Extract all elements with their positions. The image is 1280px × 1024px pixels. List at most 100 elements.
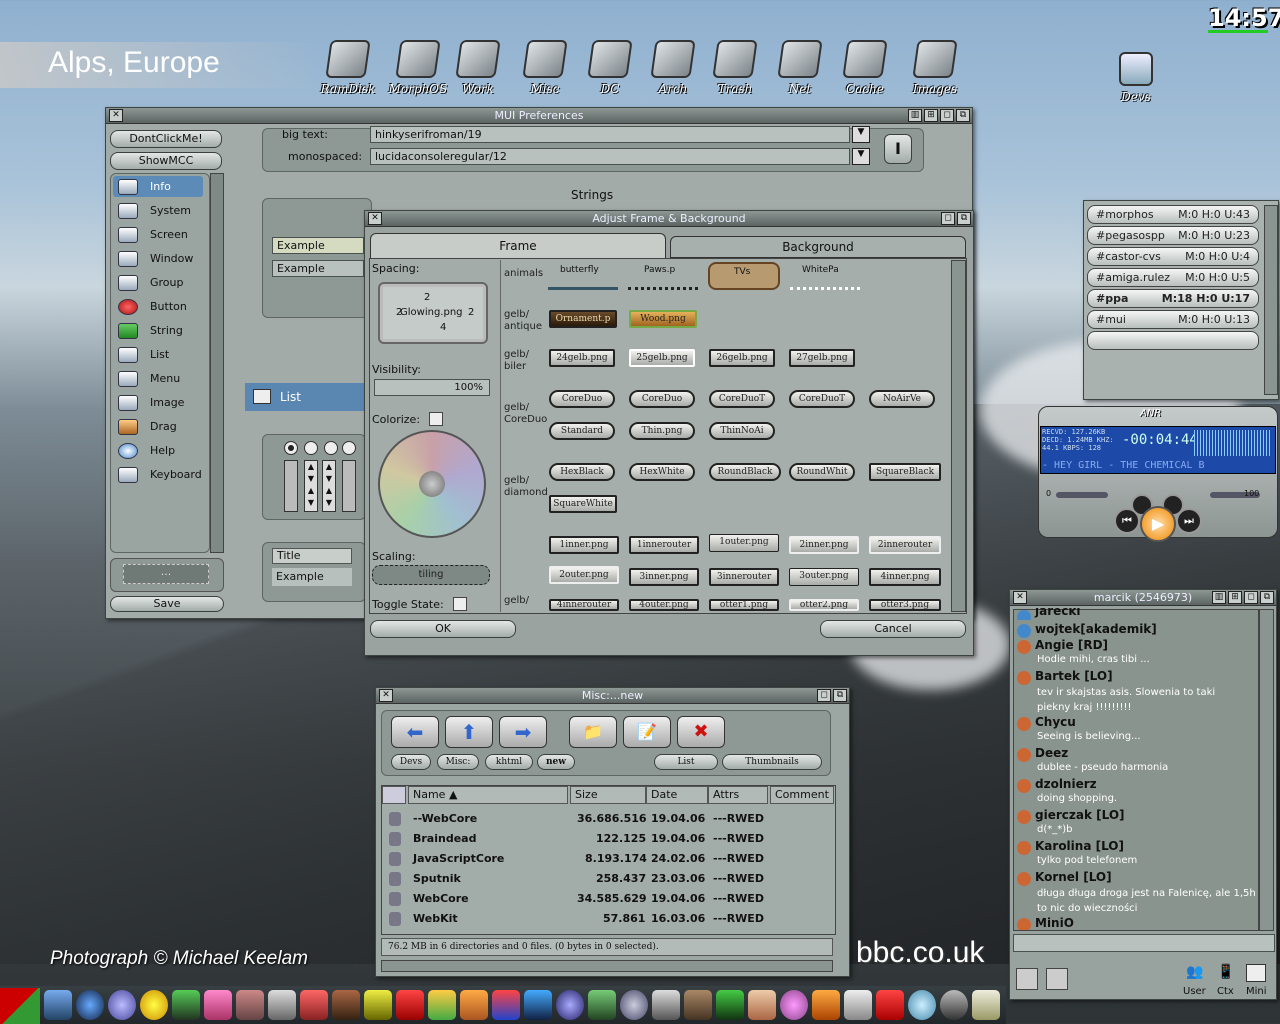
frame-coreduot[interactable]: CoreDuoT [709, 390, 775, 408]
sidebar-item-string[interactable]: String [114, 320, 204, 342]
sidebar-item-list[interactable]: List [114, 344, 204, 366]
back-icon[interactable]: ⬅ [391, 716, 439, 748]
ssh-icon[interactable] [172, 990, 200, 1020]
taskbar-app-icon[interactable] [364, 990, 392, 1020]
disk-icon-ramdisk[interactable]: RamDisk [318, 40, 378, 96]
frame-1inner[interactable]: 1inner.png [549, 536, 619, 554]
path-devs[interactable]: Devs [391, 754, 431, 770]
frame-24gelb[interactable]: 24gelb.png [549, 349, 615, 367]
tab-background[interactable]: Background [670, 236, 966, 258]
table-row[interactable]: JavaScriptCore 8.193.174 24.02.06 ---RWED [385, 849, 835, 869]
font-popup-button[interactable]: ▼ [852, 126, 870, 143]
colorize-checkbox[interactable] [429, 412, 443, 426]
chat-input[interactable] [1013, 934, 1275, 952]
ambient-icon[interactable] [108, 990, 136, 1020]
magnifier-icon[interactable] [620, 990, 648, 1020]
close-icon[interactable]: ✕ [368, 212, 382, 225]
frame-26gelb[interactable]: 26gelb.png [709, 349, 775, 367]
headphones-icon[interactable] [940, 990, 968, 1020]
frame-2innerouter[interactable]: 2innerouter [869, 536, 941, 554]
frame-4innerouter[interactable]: 4innerouter [549, 599, 619, 611]
sidebar-item-keyboard[interactable]: Keyboard [114, 464, 204, 486]
table-row[interactable]: --WebCore 36.686.516 19.04.06 ---RWED [385, 809, 835, 829]
frame-coreduo[interactable]: CoreDuo [549, 390, 615, 408]
table-row[interactable]: WebKit 57.861 16.03.06 ---RWED [385, 909, 835, 929]
column-header-date[interactable]: Date [646, 786, 708, 804]
disk-icon-images[interactable]: Images [905, 40, 965, 96]
frame-otter1[interactable]: otter1.png [709, 599, 779, 611]
column-header-size[interactable]: Size [570, 786, 646, 804]
rename-icon[interactable]: 📝 [623, 716, 671, 748]
taskbar-app-icon[interactable] [716, 990, 744, 1020]
monitor-icon[interactable] [588, 990, 616, 1020]
previous-button[interactable]: ⏮ [1114, 508, 1140, 534]
monospaced-field[interactable]: lucidaconsoleregular/12 [370, 148, 850, 165]
channel-empty[interactable] [1087, 331, 1259, 350]
depth-icon[interactable]: ⧉ [833, 689, 847, 702]
disk-icon-cache[interactable]: Cache [835, 40, 895, 96]
taskbar-app-icon[interactable] [492, 990, 520, 1020]
path-misc[interactable]: Misc: [437, 754, 479, 770]
pdf-icon[interactable] [876, 990, 904, 1020]
play-button[interactable]: ▶ [1140, 506, 1176, 542]
zoom-icon[interactable]: ◻ [941, 212, 955, 225]
frame-whitepaws[interactable]: WhitePa [790, 262, 860, 290]
frame-hexblack[interactable]: HexBlack [549, 463, 615, 481]
delete-icon[interactable]: ✖ [677, 716, 725, 748]
column-header-name[interactable]: Name ▲ [408, 786, 568, 804]
frame-4outer[interactable]: 4outer.png [629, 599, 699, 611]
axe-icon[interactable] [652, 990, 680, 1020]
user-tool-icon[interactable]: 👥 [1183, 964, 1207, 982]
disk-icon-misc[interactable]: Misc [515, 40, 575, 96]
adjust-frame-titlebar[interactable]: ✕ Adjust Frame & Background ◻ ⧉ [365, 211, 973, 227]
frame-coreduo[interactable]: CoreDuo [629, 390, 695, 408]
frame-paws[interactable]: Paws.p [628, 262, 698, 290]
sun-icon[interactable] [140, 990, 168, 1020]
frame-roundblack[interactable]: RoundBlack [709, 463, 781, 481]
channel-ppa[interactable]: #ppa M:18 H:0 U:17 [1087, 289, 1259, 308]
column-header-attrs[interactable]: Attrs [708, 786, 768, 804]
zoom-icon[interactable]: ◻ [817, 689, 831, 702]
morphos-logo-icon[interactable] [0, 988, 40, 1024]
iconify-icon[interactable]: ▥ [1212, 591, 1226, 604]
user-entry[interactable]: jarecki [1017, 608, 1257, 620]
disk-icon-work[interactable]: Work [448, 40, 508, 96]
path-khtml[interactable]: khtml [485, 754, 533, 770]
taskbar-app-icon[interactable] [556, 990, 584, 1020]
mini-tool-icon[interactable] [1246, 964, 1266, 982]
taskbar-app-icon[interactable] [812, 990, 840, 1020]
taskbar-app-icon[interactable] [844, 990, 872, 1020]
sidebar-item-drag[interactable]: Drag [114, 416, 204, 438]
taskbar-app-icon[interactable] [524, 990, 552, 1020]
radio-button[interactable] [342, 441, 356, 455]
taskbar-app-icon[interactable] [204, 990, 232, 1020]
close-icon[interactable]: ✕ [109, 109, 123, 122]
sidebar-item-help[interactable]: Help [114, 440, 204, 462]
radio-button[interactable] [304, 441, 318, 455]
radio-button[interactable] [284, 441, 298, 455]
chat-tool-icon[interactable] [1016, 968, 1038, 990]
frame-3innerouter[interactable]: 3innerouter [709, 568, 779, 586]
example-string-1[interactable]: Example [272, 237, 364, 254]
close-icon[interactable]: ✕ [379, 689, 393, 702]
frame-25gelb[interactable]: 25gelb.png [629, 349, 695, 367]
parent-icon[interactable]: ⬆ [445, 716, 493, 748]
radio-button[interactable] [324, 441, 338, 455]
arrow-buttons[interactable]: ▲ ▼ ▲ ▼ [322, 460, 336, 512]
taskbar-app-icon[interactable] [332, 990, 360, 1020]
horizontal-scrollbar[interactable] [381, 960, 833, 972]
trash-icon[interactable]: Trash [705, 40, 765, 96]
position-slider[interactable] [1056, 492, 1108, 498]
frame-list-scrollbar[interactable] [951, 260, 966, 612]
channel-amiga-rulez[interactable]: #amiga.rulez M:0 H:0 U:5 [1087, 268, 1259, 287]
sidebar-scrollbar[interactable] [210, 173, 224, 553]
printer-icon[interactable] [748, 990, 776, 1020]
snapshot-icon[interactable]: ⊞ [1228, 591, 1242, 604]
frame-thinnoai[interactable]: ThinNoAi [709, 422, 775, 440]
zoom-icon[interactable]: ◻ [1244, 591, 1258, 604]
pencil-icon[interactable] [428, 990, 456, 1020]
frame-ornament[interactable]: Ornament.p [549, 310, 617, 328]
taskbar-app-icon[interactable] [460, 990, 488, 1020]
sidebar-item-system[interactable]: System [114, 200, 204, 222]
frame-squareblack[interactable]: SquareBlack [869, 463, 941, 481]
